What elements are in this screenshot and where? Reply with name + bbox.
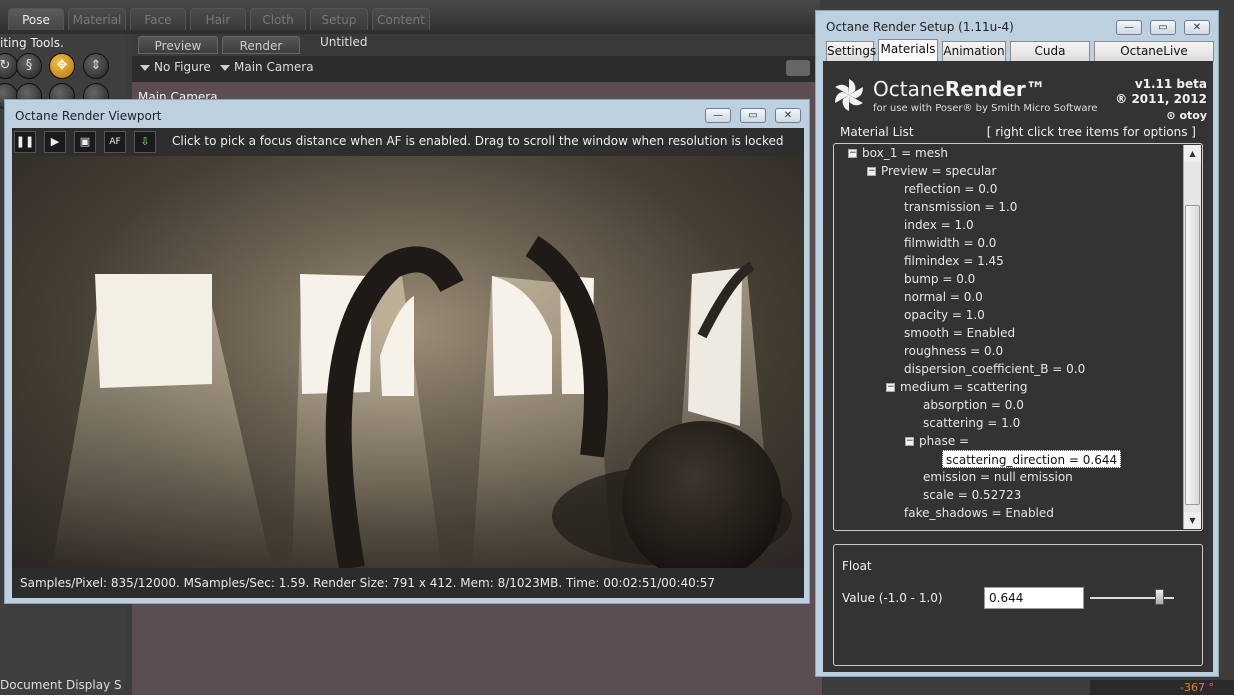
tab-preview[interactable]: Preview	[138, 36, 218, 54]
tab-content[interactable]: Content	[372, 8, 430, 30]
viewport-content: ❚❚ ▶ ▣ AF ⇩ Click to pick a focus distan…	[12, 128, 804, 598]
maximize-button[interactable]: ▭	[1150, 20, 1176, 35]
float-value-group: Float Value (-1.0 - 1.0)	[833, 544, 1203, 666]
tree-item[interactable]: bump = 0.0	[904, 270, 975, 288]
tree-collapse-icon[interactable]: −	[905, 437, 914, 446]
tree-item[interactable]: box_1 = mesh	[862, 144, 948, 162]
scroll-up-arrow[interactable]: ▲	[1184, 145, 1201, 162]
tree-item[interactable]: filmwidth = 0.0	[904, 234, 996, 252]
tree-item[interactable]: index = 1.0	[904, 216, 974, 234]
autofocus-button[interactable]: AF	[104, 131, 126, 153]
tree-item[interactable]: filmindex = 1.45	[904, 252, 1004, 270]
octane-viewport-window: Octane Render Viewport — ▭ ✕ ❚❚ ▶ ▣ AF ⇩…	[4, 99, 810, 604]
setup-tab-bar: Settings Materials Animation Cuda Device…	[824, 39, 1214, 77]
octane-logo-icon	[835, 79, 863, 111]
tab-face[interactable]: Face	[130, 8, 186, 30]
octane-logo: OctaneRender™ for use with Poser® by Smi…	[831, 73, 1207, 125]
tab-material[interactable]: Material	[68, 8, 126, 30]
tree-item[interactable]: fake_shadows = Enabled	[904, 504, 1054, 522]
version-label: v1.11 beta	[1134, 77, 1207, 91]
tree-item[interactable]: roughness = 0.0	[904, 342, 1003, 360]
tree-item[interactable]: opacity = 1.0	[904, 306, 985, 324]
render-scene-image	[52, 235, 792, 568]
viewport-status-bar: Samples/Pixel: 835/12000. MSamples/Sec: …	[12, 568, 804, 598]
material-list-title: Material List	[837, 125, 917, 139]
logo-subtitle: for use with Poser® by Smith Micro Softw…	[873, 103, 1098, 114]
value-range-label: Value (-1.0 - 1.0)	[842, 591, 943, 605]
value-input[interactable]	[984, 587, 1084, 609]
play-button[interactable]: ▶	[44, 131, 66, 153]
logo-name: OctaneRender™	[873, 77, 1046, 101]
rotation-readout: -367 °	[1180, 681, 1214, 694]
tab-octanelive-account[interactable]: OctaneLive Account	[1094, 41, 1214, 77]
scroll-thumb[interactable]	[1185, 205, 1200, 505]
material-list-group: − box_1 = mesh − Preview = specular reflecti…	[833, 143, 1203, 531]
material-tree[interactable]: − box_1 = mesh − Preview = specular reflecti…	[834, 144, 1180, 530]
otoy-logo: ⊙ otoy	[1166, 109, 1207, 122]
octane-setup-window: Octane Render Setup (1.11u-4) — ▭ ✕ Sett…	[815, 10, 1219, 677]
document-display-label: Document Display S	[0, 678, 122, 692]
tree-collapse-icon[interactable]: −	[867, 167, 876, 176]
render-status: Samples/Pixel: 835/12000. MSamples/Sec: …	[20, 576, 716, 590]
tab-setup[interactable]: Setup	[310, 8, 368, 30]
editing-tools-label: iting Tools.	[0, 36, 64, 50]
tree-collapse-icon[interactable]: −	[886, 383, 895, 392]
tab-materials[interactable]: Materials	[878, 39, 938, 62]
pause-button[interactable]: ❚❚	[14, 131, 36, 153]
viewport-hint: Click to pick a focus distance when AF i…	[172, 134, 784, 148]
scroll-down-arrow[interactable]: ▼	[1184, 512, 1201, 529]
tab-render[interactable]: Render	[222, 36, 300, 54]
slider-thumb[interactable]	[1155, 589, 1165, 605]
tab-cuda-devices[interactable]: Cuda Devices	[1010, 41, 1090, 77]
translate-tool-icon[interactable]: ✥	[49, 53, 75, 79]
minimize-button[interactable]: —	[1116, 20, 1142, 35]
figure-select[interactable]: No Figure	[140, 60, 211, 74]
chevron-down-icon	[220, 64, 230, 71]
tree-item[interactable]: reflection = 0.0	[904, 180, 997, 198]
scale-tool-icon[interactable]: ⇕	[83, 53, 109, 79]
tree-item[interactable]: medium = scattering	[900, 378, 1028, 396]
tab-settings[interactable]: Settings	[826, 41, 876, 62]
tree-item[interactable]: scale = 0.52723	[923, 486, 1021, 504]
tree-item[interactable]: phase =	[919, 432, 969, 450]
materials-panel: OctaneRender™ for use with Poser® by Smi…	[823, 61, 1213, 672]
tab-cloth[interactable]: Cloth	[250, 8, 306, 30]
tree-item[interactable]: normal = 0.0	[904, 288, 983, 306]
tree-item[interactable]: scattering_direction = 0.644	[942, 450, 1122, 468]
tree-item[interactable]: emission = null emission	[923, 468, 1073, 486]
tree-item[interactable]: transmission = 1.0	[904, 198, 1017, 216]
tab-hair[interactable]: Hair	[190, 8, 246, 30]
monitor-icon[interactable]: ▣	[74, 131, 96, 153]
camera-select[interactable]: Main Camera	[220, 60, 314, 74]
chevron-down-icon	[140, 64, 150, 71]
copyright-label: ® 2011, 2012	[1115, 92, 1207, 106]
close-button[interactable]: ✕	[775, 108, 801, 123]
viewport-toolbar: ❚❚ ▶ ▣ AF ⇩ Click to pick a focus distan…	[12, 128, 804, 156]
material-list-hint: [ right click tree items for options ]	[983, 125, 1199, 139]
twist-tool-icon[interactable]: §	[16, 53, 42, 79]
tree-item[interactable]: absorption = 0.0	[923, 396, 1024, 414]
render-image[interactable]	[12, 156, 804, 568]
minimize-button[interactable]: —	[705, 108, 731, 123]
tree-scrollbar[interactable]: ▲ ▼	[1183, 145, 1201, 529]
tree-item[interactable]: scattering = 1.0	[923, 414, 1020, 432]
tree-collapse-icon[interactable]: −	[848, 149, 857, 158]
camera-icon[interactable]	[786, 60, 810, 76]
tree-item[interactable]: Preview = specular	[881, 162, 996, 180]
window-title: Octane Render Viewport	[15, 109, 162, 123]
material-list-header: Material List [ right click tree items f…	[837, 125, 1199, 139]
close-button[interactable]: ✕	[1184, 20, 1210, 35]
maximize-button[interactable]: ▭	[740, 108, 766, 123]
export-icon[interactable]: ⇩	[134, 131, 156, 153]
document-title: Untitled	[320, 35, 368, 49]
tree-item[interactable]: dispersion_coefficient_B = 0.0	[904, 360, 1085, 378]
tab-animation[interactable]: Animation	[942, 41, 1006, 62]
window-title: Octane Render Setup (1.11u-4)	[826, 20, 1014, 34]
tab-pose[interactable]: Pose	[8, 8, 64, 30]
float-title: Float	[842, 559, 872, 573]
otoy-icon: ⊙	[1166, 109, 1176, 122]
tree-item[interactable]: smooth = Enabled	[904, 324, 1015, 342]
